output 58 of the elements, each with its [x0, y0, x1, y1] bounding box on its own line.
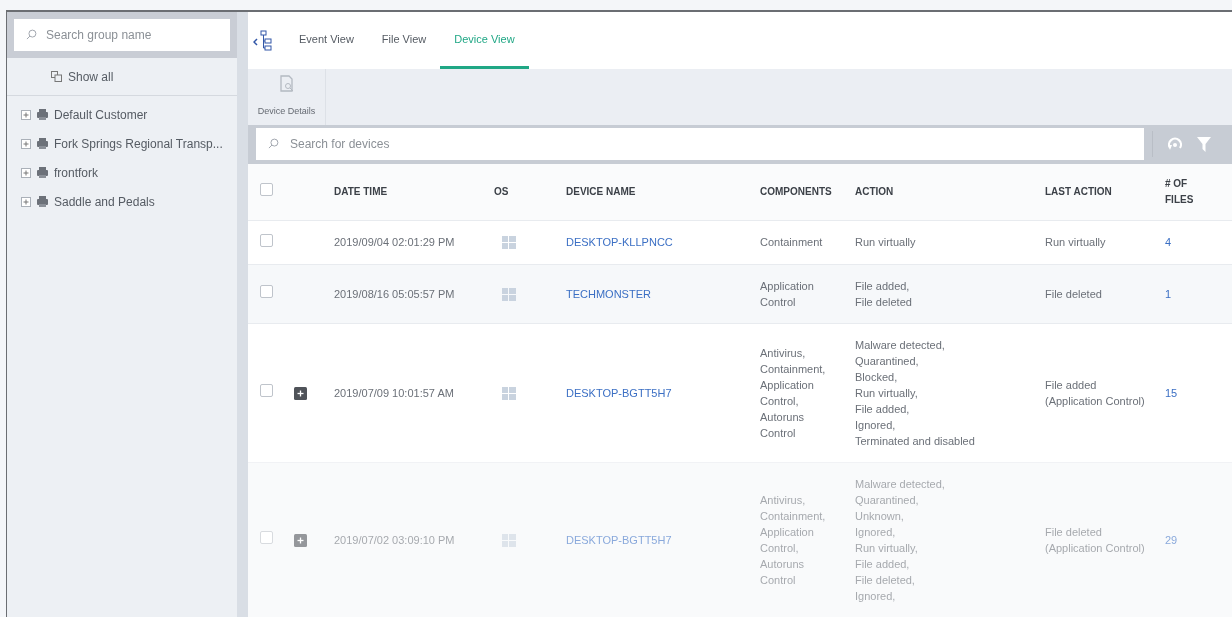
column-header: DATE TIME — [334, 185, 389, 199]
date-time-cell-text: 2019/07/09 10:01:57 AM — [334, 385, 455, 401]
column-header: ACTION — [855, 185, 895, 199]
checkbox[interactable] — [260, 285, 273, 299]
column-header: DEVICE NAME — [566, 185, 637, 199]
device-name-link[interactable]: DESKTOP-KLLPNCC — [566, 234, 673, 251]
date-time-cell-text: 2019/08/16 05:05:57 PM — [334, 286, 456, 302]
last-action-cell-text: File deleted — [1045, 287, 1103, 302]
last-action-cell-text: Run virtually — [1045, 235, 1107, 251]
last-action-cell-text: File added (Application Control) — [1045, 378, 1146, 409]
filter-icon[interactable] — [1197, 136, 1211, 152]
column-header: OS — [494, 185, 510, 199]
column-header: # OF FILES — [1165, 176, 1195, 207]
plus-box-icon[interactable] — [21, 167, 31, 178]
file-count-link[interactable]: 1 — [1165, 285, 1172, 303]
search-icon — [268, 138, 279, 150]
copy-icon — [51, 71, 62, 82]
group-tree-item[interactable]: Default Customer — [7, 100, 237, 129]
components-cell-text: Antivirus, Containment, Application Control, Autoruns Control — [760, 346, 827, 441]
action-cell-text: Malware detected, Quarantined, Unknown, Ignored, Run virtually, File added, File deleted, Ignored, — [855, 477, 946, 604]
sidebar-splitter[interactable] — [237, 12, 248, 617]
column-header: LAST ACTION — [1045, 185, 1113, 199]
components-cell-text: Containment — [760, 235, 824, 251]
column-header: COMPONENTS — [760, 185, 833, 199]
checkbox[interactable] — [260, 183, 273, 196]
group-tree-item[interactable]: frontfork — [7, 158, 237, 187]
plus-box-icon[interactable] — [21, 196, 31, 207]
date-time-cell-text: 2019/07/02 03:09:10 PM — [334, 532, 456, 548]
file-count-link[interactable]: 4 — [1165, 234, 1172, 251]
last-action-cell-text: File deleted (Application Control) — [1045, 525, 1146, 556]
windows-icon — [502, 287, 516, 301]
expand-row-icon[interactable] — [294, 386, 307, 400]
action-cell-text: Malware detected, Quarantined, Blocked, Run virtually, File added, Ignored, Terminated and disabled — [855, 338, 976, 449]
file-count-link[interactable]: 15 — [1165, 384, 1178, 402]
search-icon — [26, 29, 37, 40]
plus-box-icon[interactable] — [21, 138, 31, 149]
group-tree-item[interactable]: Fork Springs Regional Transp... — [7, 129, 237, 158]
device-search-field[interactable]: Search for devices — [256, 128, 1144, 161]
checkbox[interactable] — [260, 384, 273, 398]
action-cell-text: File added, File deleted — [855, 279, 913, 310]
windows-icon — [502, 386, 516, 400]
plus-box-icon[interactable] — [21, 109, 31, 120]
windows-icon — [502, 235, 516, 249]
action-cell-text: Run virtually — [855, 235, 917, 251]
components-cell-text: Application Control — [760, 279, 815, 310]
windows-icon — [502, 533, 516, 547]
group-search-field[interactable]: Search group name — [14, 19, 230, 51]
components-cell-text: Antivirus, Containment, Application Control, Autoruns Control — [760, 493, 827, 588]
checkbox[interactable] — [260, 233, 273, 247]
device-name-link[interactable]: DESKTOP-BGTT5H7 — [566, 384, 672, 402]
tree-collapse-icon[interactable] — [253, 29, 273, 52]
view-tab[interactable]: Event View — [285, 12, 368, 69]
checkbox[interactable] — [260, 531, 273, 545]
date-time-cell-text: 2019/09/04 02:01:29 PM — [334, 235, 456, 250]
device-name-link[interactable]: TECHMONSTER — [566, 285, 651, 303]
view-tab[interactable]: File View — [367, 12, 441, 69]
document-search-icon — [278, 75, 295, 94]
group-tree-item[interactable]: Saddle and Pedals — [7, 187, 237, 216]
